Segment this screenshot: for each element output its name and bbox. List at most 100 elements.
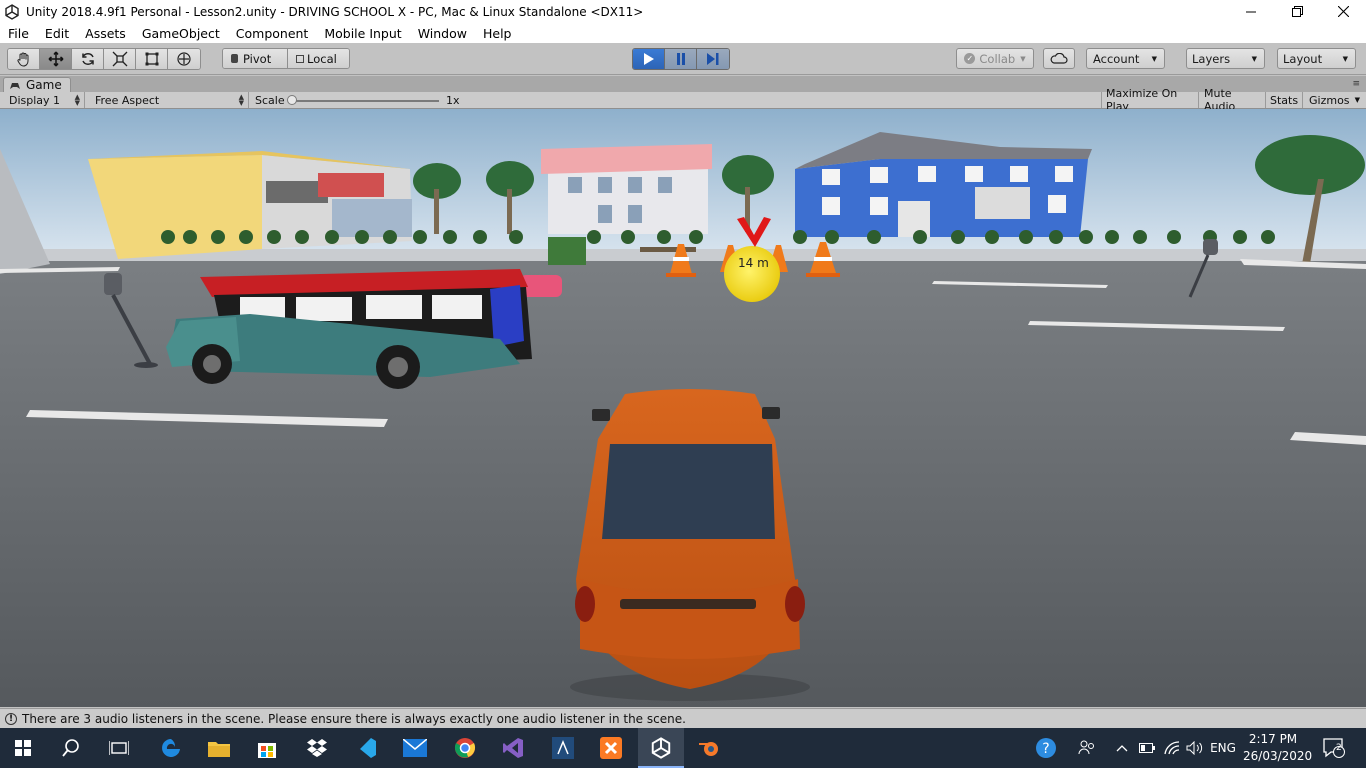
stats-toggle[interactable]: Stats — [1266, 92, 1303, 108]
dumpster — [548, 237, 586, 265]
xampp-app[interactable] — [588, 728, 634, 768]
transform-tool-button[interactable] — [168, 49, 200, 69]
menu-file[interactable]: File — [0, 26, 37, 41]
panel-options-icon[interactable]: ≡ — [1352, 79, 1360, 89]
move-tool-button[interactable] — [40, 49, 72, 69]
hand-tool-button[interactable] — [8, 49, 40, 69]
shop-sign-red — [318, 173, 384, 197]
people-tray-button[interactable] — [1074, 728, 1100, 768]
layers-dropdown[interactable]: Layers ▼ — [1186, 48, 1265, 69]
cloud-button[interactable] — [1043, 48, 1075, 69]
scale-icon — [112, 51, 127, 67]
play-button[interactable] — [633, 49, 665, 69]
visual-studio-app[interactable] — [490, 728, 536, 768]
wifi-tray[interactable] — [1160, 728, 1184, 768]
updown-arrow-icon: ▲ ▼ — [238, 93, 244, 107]
dropdown-arrow-icon: ▼ — [1342, 54, 1348, 63]
show-hidden-icons[interactable] — [1113, 728, 1131, 768]
gizmos-label: Gizmos — [1309, 93, 1350, 107]
title-bar: Unity 2018.4.9f1 Personal - Lesson2.unit… — [0, 0, 1366, 23]
restore-button[interactable] — [1274, 0, 1320, 23]
step-button[interactable] — [697, 49, 729, 69]
blue-house-door — [898, 201, 930, 237]
rotate-icon — [81, 53, 94, 65]
mute-audio-toggle[interactable]: Mute Audio — [1200, 87, 1266, 113]
menu-assets[interactable]: Assets — [77, 26, 134, 41]
mail-app[interactable] — [392, 728, 438, 768]
rect-tool-button[interactable] — [136, 49, 168, 69]
local-button[interactable]: Local — [288, 49, 349, 68]
distance-label: 14 m — [738, 256, 769, 270]
vscode-app[interactable] — [344, 728, 390, 768]
pivot-icon — [231, 54, 238, 63]
menu-gameobject[interactable]: GameObject — [134, 26, 228, 41]
notification-count: 2 — [1336, 743, 1342, 753]
menu-help[interactable]: Help — [475, 26, 520, 41]
scale-slider-track[interactable] — [291, 100, 439, 102]
menu-edit[interactable]: Edit — [37, 26, 77, 41]
collab-button[interactable]: ✓ Collab ▼ — [956, 48, 1034, 69]
gamepad-icon — [10, 82, 20, 89]
display-dropdown[interactable]: Display 1 ▲ ▼ — [3, 92, 85, 108]
pause-button[interactable] — [665, 49, 697, 69]
file-explorer-app[interactable] — [196, 728, 242, 768]
dropdown-arrow-icon: ▼ — [1354, 96, 1360, 104]
store-app[interactable] — [244, 728, 290, 768]
pivot-button[interactable]: Pivot — [223, 49, 288, 68]
start-button[interactable] — [0, 728, 46, 768]
language-indicator[interactable]: ENG — [1208, 728, 1238, 768]
tab-game[interactable]: Game — [3, 77, 71, 92]
volume-tray[interactable] — [1184, 728, 1206, 768]
edge-app[interactable] — [148, 728, 194, 768]
account-dropdown[interactable]: Account ▼ — [1086, 48, 1165, 69]
xampp-icon — [600, 737, 622, 759]
unity-app[interactable] — [638, 728, 684, 768]
warning-icon: ! — [5, 712, 17, 725]
sourcetree-app[interactable] — [540, 728, 586, 768]
help-icon: ? — [1036, 738, 1056, 758]
game-view[interactable]: 14 m — [0, 109, 1366, 707]
menu-component[interactable]: Component — [228, 26, 317, 41]
move-icon — [48, 51, 63, 67]
wifi-icon — [1164, 741, 1180, 755]
edge-icon — [162, 739, 180, 757]
minimize-button[interactable] — [1228, 0, 1274, 23]
transform-tools — [7, 48, 201, 70]
transform-icon — [177, 52, 191, 66]
clock[interactable]: 2:17 PM 26/03/2020 — [1243, 731, 1312, 765]
menu-mobile-input[interactable]: Mobile Input — [316, 26, 409, 41]
checkmark-icon: ✓ — [964, 53, 976, 64]
aspect-dropdown[interactable]: Free Aspect ▲ ▼ — [89, 92, 249, 108]
close-button[interactable] — [1320, 0, 1366, 23]
scale-slider-thumb[interactable] — [287, 95, 297, 105]
gizmos-dropdown[interactable]: Gizmos ▼ — [1303, 92, 1363, 108]
white-house — [548, 164, 708, 234]
notification-center-button[interactable]: 2 — [1318, 728, 1350, 768]
pivot-toggle-group: Pivot Local — [222, 48, 350, 69]
pause-icon — [676, 53, 685, 65]
chrome-app[interactable] — [442, 728, 488, 768]
dropdown-arrow-icon: ▼ — [1151, 54, 1157, 63]
hand-icon — [16, 52, 28, 67]
display-label: Display 1 — [9, 93, 61, 107]
search-button[interactable] — [48, 728, 94, 768]
target-marker — [724, 246, 780, 302]
yellow-shop — [88, 155, 262, 259]
task-view-button[interactable] — [96, 728, 142, 768]
maximize-on-play-toggle[interactable]: Maximize On Play — [1101, 87, 1199, 113]
updown-arrow-icon: ▲ ▼ — [74, 93, 80, 107]
battery-tray[interactable] — [1136, 728, 1158, 768]
play-icon — [643, 53, 654, 65]
dropbox-app[interactable] — [294, 728, 340, 768]
blender-app[interactable] — [686, 728, 732, 768]
rotate-tool-button[interactable] — [72, 49, 104, 69]
layout-dropdown[interactable]: Layout ▼ — [1277, 48, 1356, 69]
scale-tool-button[interactable] — [104, 49, 136, 69]
svg-text:?: ? — [1042, 741, 1049, 757]
dropdown-arrow-icon: ▼ — [1251, 54, 1257, 63]
menu-window[interactable]: Window — [410, 26, 475, 41]
help-tray-button[interactable]: ? — [1032, 728, 1060, 768]
account-label: Account — [1093, 51, 1140, 66]
visual-studio-icon — [503, 738, 523, 758]
status-bar[interactable]: ! There are 3 audio listeners in the sce… — [0, 708, 1366, 728]
